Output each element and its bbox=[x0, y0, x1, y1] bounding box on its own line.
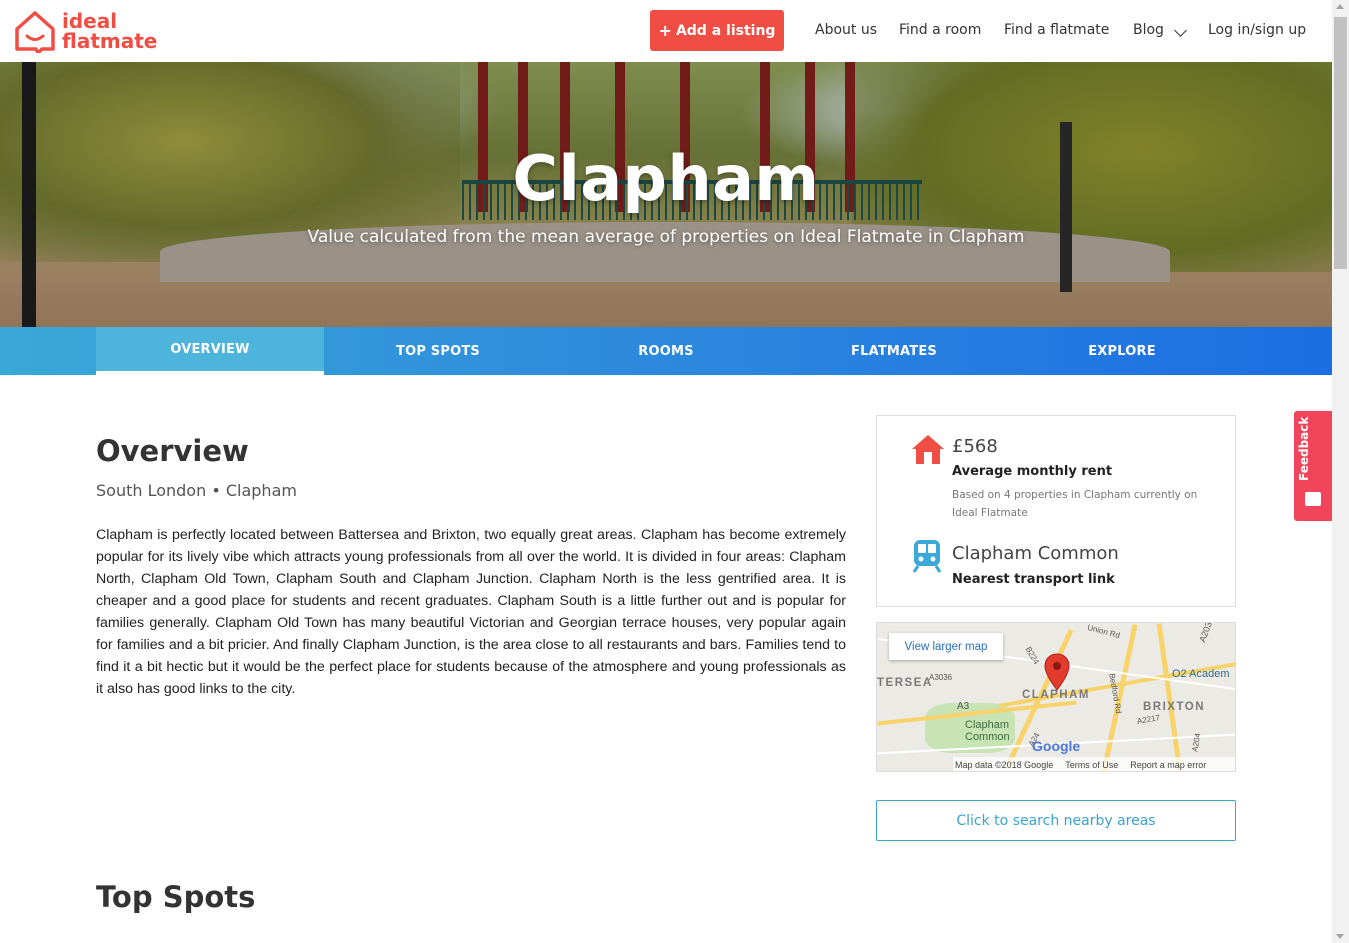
logo-line1: ideal bbox=[62, 9, 118, 33]
nav-blog[interactable]: Blog bbox=[1133, 22, 1164, 38]
feedback-tab[interactable]: Feedback bbox=[1294, 411, 1332, 521]
view-larger-map-link[interactable]: View larger map bbox=[889, 633, 1003, 660]
average-rent-note: Based on 4 properties in Clapham current… bbox=[952, 489, 1198, 519]
logo-line2: flatmate bbox=[62, 29, 158, 53]
map-label-battersea: TERSEA bbox=[877, 677, 933, 689]
map-data-credit: Map data ©2018 Google bbox=[955, 760, 1054, 770]
map-label-union-rd: Union Rd bbox=[1086, 622, 1121, 641]
add-listing-label: Add a listing bbox=[675, 22, 776, 39]
tab-rooms[interactable]: ROOMS bbox=[552, 327, 780, 375]
site-header: ideal flatmate + Add a listing About us … bbox=[0, 0, 1332, 62]
scroll-up-arrow-icon[interactable] bbox=[1336, 4, 1344, 9]
hero-subtitle: Value calculated from the mean average o… bbox=[307, 227, 1025, 247]
map-footer: Map data ©2018 Google Terms of Use Repor… bbox=[953, 757, 1235, 771]
nearest-transport-value: Clapham Common bbox=[952, 543, 1119, 564]
tab-flatmates[interactable]: FLATMATES bbox=[780, 327, 1008, 375]
plus-icon: + bbox=[658, 21, 672, 40]
scroll-thumb[interactable] bbox=[1334, 17, 1347, 269]
tab-explore[interactable]: EXPLORE bbox=[1008, 327, 1236, 375]
chevron-down-icon[interactable] bbox=[1174, 24, 1187, 37]
map-label-a3: A3 bbox=[957, 701, 970, 712]
map-label-a2217: A2217 bbox=[1136, 713, 1161, 726]
overview-body: Clapham is perfectly located between Bat… bbox=[96, 527, 846, 697]
feedback-label: Feedback bbox=[1297, 416, 1311, 481]
feedback-smile-icon bbox=[1305, 492, 1321, 506]
breadcrumb: South London • Clapham bbox=[96, 481, 297, 500]
overview-heading: Overview bbox=[96, 434, 249, 468]
google-logo: Google bbox=[1032, 738, 1081, 754]
map-pin-icon bbox=[1044, 653, 1070, 691]
map-terms-link[interactable]: Terms of Use bbox=[1065, 760, 1118, 770]
map-label-o2: O2 Academ bbox=[1172, 668, 1230, 680]
average-rent-label: Average monthly rent bbox=[952, 464, 1113, 479]
train-icon bbox=[912, 540, 942, 573]
logo-text: ideal flatmate bbox=[62, 11, 157, 51]
page-scrollbar[interactable] bbox=[1332, 0, 1349, 943]
area-map[interactable]: CLAPHAM BRIXTON TERSEA Clapham Common O2… bbox=[876, 622, 1236, 772]
map-label-clapham-common: Clapham Common bbox=[965, 719, 1010, 743]
nav-login-signup[interactable]: Log in/sign up bbox=[1208, 22, 1306, 38]
map-label-a3036: A3036 bbox=[929, 673, 953, 682]
hero-title: Clapham bbox=[512, 142, 820, 215]
tab-overview[interactable]: OVERVIEW bbox=[96, 327, 324, 375]
tab-top-spots[interactable]: TOP SPOTS bbox=[324, 327, 552, 375]
logo-house-icon bbox=[15, 11, 55, 53]
nav-about-us[interactable]: About us bbox=[815, 22, 877, 38]
map-road bbox=[1156, 623, 1183, 771]
scroll-down-arrow-icon[interactable] bbox=[1336, 934, 1344, 939]
nav-find-a-room[interactable]: Find a room bbox=[899, 22, 981, 38]
map-label-b224: B224 bbox=[1023, 645, 1041, 666]
area-info-card: £568 Average monthly rent Based on 4 pro… bbox=[876, 415, 1236, 607]
top-spots-heading: Top Spots bbox=[96, 880, 256, 914]
add-listing-button[interactable]: + Add a listing bbox=[650, 10, 784, 51]
average-rent-value: £568 bbox=[952, 436, 998, 457]
house-icon bbox=[912, 435, 944, 464]
nearest-transport-label: Nearest transport link bbox=[952, 572, 1115, 587]
logo[interactable]: ideal flatmate bbox=[14, 9, 157, 53]
section-tabs: OVERVIEW TOP SPOTS ROOMS FLATMATES EXPLO… bbox=[0, 327, 1332, 375]
map-label-a204: A204 bbox=[1190, 732, 1203, 753]
map-label-a203: A203 bbox=[1197, 622, 1214, 644]
search-nearby-button[interactable]: Click to search nearby areas bbox=[876, 800, 1236, 841]
nav-find-a-flatmate[interactable]: Find a flatmate bbox=[1004, 22, 1109, 38]
map-report-error-link[interactable]: Report a map error bbox=[1130, 760, 1206, 770]
hero-banner: Clapham Value calculated from the mean a… bbox=[0, 62, 1332, 327]
map-label-brixton: BRIXTON bbox=[1143, 701, 1206, 713]
